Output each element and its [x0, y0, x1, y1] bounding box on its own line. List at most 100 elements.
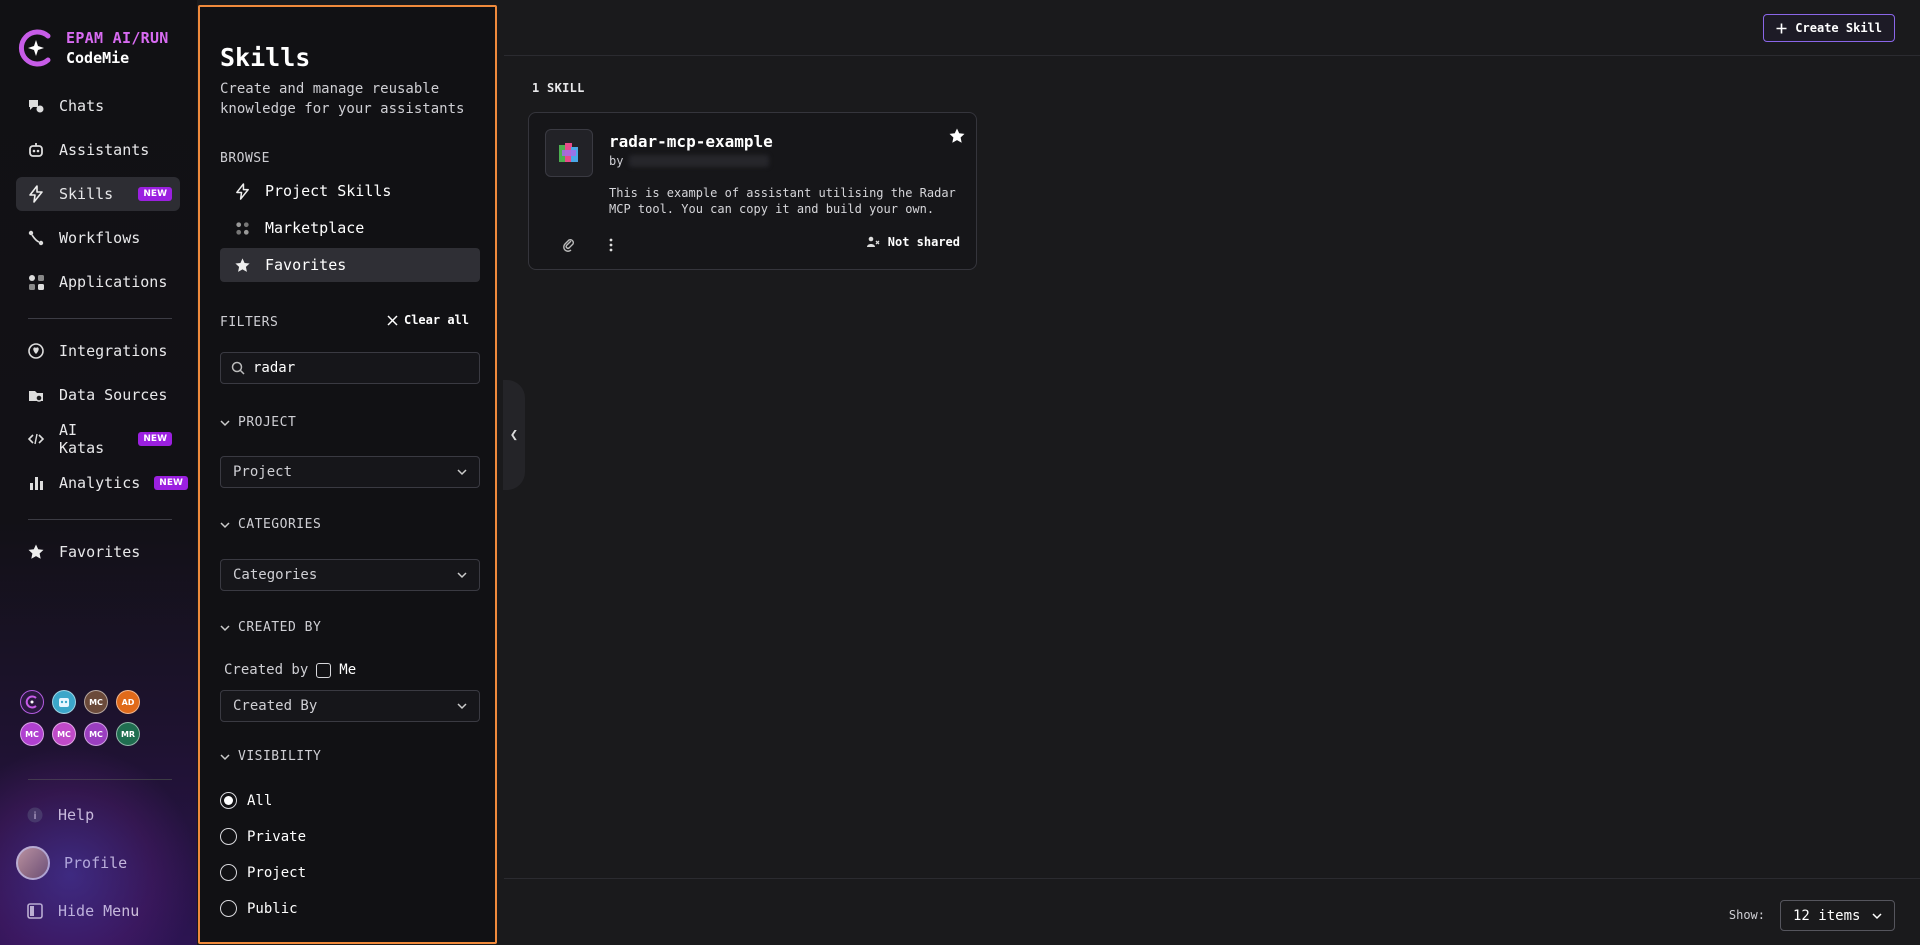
visibility-label-private: Private [247, 828, 307, 845]
more-options-icon[interactable] [603, 237, 619, 253]
project-filter-header[interactable]: PROJECT [220, 415, 296, 430]
create-skill-button[interactable]: Create Skill [1763, 14, 1895, 42]
attachment-icon[interactable] [561, 237, 577, 253]
integrations-icon [28, 343, 44, 359]
categories-select[interactable]: Categories [220, 559, 480, 591]
project-select[interactable]: Project [220, 456, 480, 488]
visibility-label-project: Project [247, 864, 307, 881]
created-by-select[interactable]: Created By [220, 690, 480, 722]
not-shared-icon [866, 236, 880, 247]
nav-label-assistants: Assistants [59, 141, 150, 159]
chevron-down-icon [220, 753, 230, 760]
chevron-down-icon [457, 572, 467, 579]
nav-item-assistants[interactable]: Assistants [16, 133, 180, 167]
bot-avatar[interactable] [52, 690, 76, 714]
avatar-mc[interactable]: MC [84, 722, 108, 746]
robot-icon [29, 143, 43, 157]
chevron-down-icon [220, 521, 230, 528]
hide-menu-label: Hide Menu [58, 902, 140, 920]
nav-item-ai-katas[interactable]: AI Katas NEW [16, 421, 180, 457]
me-checkbox[interactable] [316, 662, 332, 678]
browse-marketplace[interactable]: Marketplace [220, 211, 480, 245]
books-icon [559, 143, 578, 162]
visibility-option-public[interactable]: Public [220, 900, 298, 917]
project-select-value: Project [233, 464, 293, 480]
project-filter-label: PROJECT [238, 415, 297, 430]
collapse-panel-handle[interactable]: ❮ [503, 380, 525, 490]
codemie-logo-icon [18, 29, 51, 67]
close-icon [387, 314, 398, 326]
skill-card[interactable]: radar-mcp-example by This is example of … [528, 112, 977, 270]
avatar-mc[interactable]: MC [20, 722, 44, 746]
nav-item-workflows[interactable]: Workflows [16, 221, 180, 255]
avatar-ad[interactable]: AD [116, 690, 140, 714]
skill-icon [545, 129, 593, 177]
avatar-mr[interactable]: MR [116, 722, 140, 746]
nav-label-favorites: Favorites [59, 543, 141, 561]
browse-favorites[interactable]: Favorites [220, 248, 480, 282]
page-size-select[interactable]: 12 items [1780, 900, 1895, 931]
by-label: by [609, 154, 624, 168]
created-by-filter-header[interactable]: CREATED BY [220, 620, 321, 635]
top-bar: Create Skill [504, 0, 1920, 56]
visibility-option-project[interactable]: Project [220, 864, 306, 881]
page-title: Skills [220, 43, 311, 72]
visibility-option-private[interactable]: Private [220, 828, 306, 845]
nav-item-skills[interactable]: Skills NEW [16, 177, 180, 211]
avatar-mc[interactable]: MC [52, 722, 76, 746]
nav-item-applications[interactable]: Applications [16, 265, 180, 299]
search-input[interactable] [253, 360, 473, 376]
avatar-mc[interactable]: MC [84, 690, 108, 714]
created-by-select-value: Created By [233, 698, 318, 714]
nav-item-integrations[interactable]: Integrations [16, 334, 180, 368]
nav-label-data-sources: Data Sources [59, 386, 168, 404]
created-by-text: Created by [224, 662, 309, 678]
radio-button[interactable] [220, 900, 237, 917]
radio-button[interactable] [220, 792, 237, 809]
filters-label: FILTERS [220, 315, 279, 330]
chevron-left-icon: ❮ [509, 427, 519, 443]
codemie-avatar[interactable] [20, 690, 44, 714]
profile-button[interactable]: Profile [16, 845, 186, 881]
browse-label-favorites: Favorites [265, 256, 347, 274]
nav-label-chats: Chats [59, 97, 105, 115]
visibility-filter-header[interactable]: VISIBILITY [220, 749, 321, 764]
nav-item-analytics[interactable]: Analytics NEW [16, 466, 188, 500]
visibility-option-all[interactable]: All [220, 792, 272, 809]
skill-title[interactable]: radar-mcp-example [609, 132, 773, 151]
author-name-redacted [629, 155, 770, 167]
nav-item-chats[interactable]: Chats [16, 89, 180, 123]
radio-button[interactable] [220, 828, 237, 845]
radio-button[interactable] [220, 864, 237, 881]
nav-label-integrations: Integrations [59, 342, 168, 360]
create-skill-label: Create Skill [1795, 21, 1882, 35]
lightning-icon [236, 182, 249, 200]
visibility-label-all: All [247, 792, 273, 809]
chevron-down-icon [1872, 912, 1882, 919]
nav-label-applications: Applications [59, 273, 168, 291]
favorite-star-icon[interactable] [948, 127, 966, 145]
sharing-status[interactable]: Not shared [866, 235, 960, 249]
categories-select-value: Categories [233, 567, 318, 583]
brand[interactable]: EPAM AI/RUN CodeMie [18, 28, 169, 68]
categories-filter-header[interactable]: CATEGORIES [220, 517, 321, 532]
page-size-label: Show: [1728, 908, 1765, 922]
new-badge: NEW [138, 187, 172, 201]
help-button[interactable]: i Help [16, 797, 186, 833]
clear-all-button[interactable]: Clear all [387, 313, 469, 327]
page-size-value: 12 items [1793, 907, 1861, 924]
page-subtitle: Create and manage reusable knowledge for… [220, 81, 465, 117]
nav-item-favorites[interactable]: Favorites [16, 535, 180, 569]
avatar [16, 846, 50, 880]
database-icon [29, 391, 43, 402]
hide-menu-button[interactable]: Hide Menu [16, 893, 186, 929]
pagination-bar [504, 878, 1920, 945]
browse-project-skills[interactable]: Project Skills [220, 174, 480, 208]
sidebar-toggle-icon [27, 903, 43, 919]
brand-line2: CodeMie [66, 49, 130, 67]
chevron-down-icon [220, 419, 230, 426]
nav-divider [28, 779, 172, 780]
nav-item-data-sources[interactable]: Data Sources [16, 378, 180, 412]
browse-label-marketplace: Marketplace [265, 219, 365, 237]
search-field[interactable] [220, 352, 480, 384]
